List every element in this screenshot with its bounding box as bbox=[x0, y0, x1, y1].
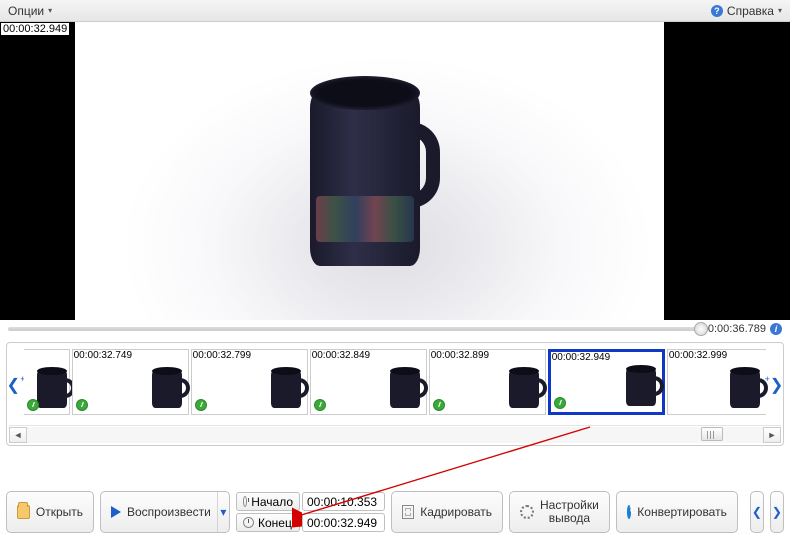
preview-timestamp: 00:00:32.949 bbox=[0, 22, 70, 36]
thumbnail-time: 00:00:32.849 bbox=[311, 350, 371, 361]
thumbs-next-button[interactable]: +❯ bbox=[767, 349, 781, 421]
thumbnail-time: 00:00:32.899 bbox=[430, 350, 490, 361]
mug-image bbox=[300, 76, 440, 266]
mark-out-time-field[interactable]: 00:00:32.949 bbox=[302, 513, 385, 532]
info-icon[interactable]: i bbox=[770, 323, 782, 335]
gear-icon bbox=[520, 505, 534, 519]
thumbs-scrollbar[interactable]: ◄ ► bbox=[9, 425, 781, 443]
convert-icon bbox=[627, 505, 631, 519]
total-duration: 0:00:36.789 bbox=[708, 323, 766, 335]
thumbnail-item[interactable]: 00:00:32.799 bbox=[191, 349, 308, 415]
thumbnail-time: 00:00:32.749 bbox=[73, 350, 133, 361]
thumbnail-item[interactable]: 00:00:32.749 bbox=[72, 349, 189, 415]
mark-group: Начало 00:00:10.353 Конец 00:00:32.949 bbox=[236, 492, 385, 532]
thumbnail-strip: ❮+ 00:00:32.749 00:00:32.799 00:00:32.84… bbox=[6, 342, 784, 446]
seek-bar[interactable]: 0:00:36.789 i bbox=[0, 320, 790, 338]
preview-frame[interactable] bbox=[75, 22, 664, 320]
options-menu[interactable]: Опции ▾ bbox=[8, 4, 52, 18]
crop-label: Кадрировать bbox=[420, 505, 492, 519]
thumbnail-partial[interactable] bbox=[24, 349, 70, 415]
crop-button[interactable]: Кадрировать bbox=[391, 491, 503, 533]
letterbox-right bbox=[664, 22, 790, 320]
scroll-left-button[interactable]: ◄ bbox=[9, 427, 27, 443]
mark-out-time: 00:00:32.949 bbox=[307, 516, 377, 530]
scroll-right-button[interactable]: ► bbox=[763, 427, 781, 443]
play-dropdown-icon[interactable]: ▾ bbox=[217, 492, 229, 532]
chevron-left-icon: ❮ bbox=[752, 505, 762, 519]
mark-in-button[interactable]: Начало bbox=[236, 492, 300, 511]
open-button[interactable]: Открыть bbox=[6, 491, 94, 533]
play-icon bbox=[111, 506, 121, 518]
play-button[interactable]: Воспроизвести ▾ bbox=[100, 491, 230, 533]
seek-track[interactable] bbox=[8, 327, 702, 331]
chevron-down-icon: ▾ bbox=[778, 6, 782, 15]
clock-icon bbox=[27, 399, 39, 411]
letterbox-left bbox=[0, 22, 75, 320]
clock-icon bbox=[243, 517, 254, 528]
convert-label: Конвертировать bbox=[637, 505, 727, 519]
thumbnail-item-selected[interactable]: 00:00:32.949 bbox=[548, 349, 665, 415]
open-label: Открыть bbox=[36, 505, 83, 519]
scroll-handle[interactable] bbox=[701, 427, 723, 441]
mark-in-time: 00:00:10.353 bbox=[307, 495, 377, 509]
settings-label: Настройкивывода bbox=[540, 499, 599, 525]
thumbnail-item[interactable]: 00:00:32.899 bbox=[429, 349, 546, 415]
thumbnail-time: 00:00:32.949 bbox=[551, 352, 611, 363]
clock-icon bbox=[433, 399, 445, 411]
help-label: Справка bbox=[727, 4, 774, 18]
folder-icon bbox=[17, 505, 30, 519]
play-label: Воспроизвести bbox=[127, 505, 211, 519]
clock-icon bbox=[243, 496, 247, 507]
chevron-down-icon: ▾ bbox=[48, 6, 52, 15]
history-forward-button[interactable]: ❯ bbox=[770, 491, 784, 533]
clock-icon bbox=[554, 397, 566, 409]
help-icon: ? bbox=[711, 5, 723, 17]
mark-out-label: Конец bbox=[258, 516, 292, 530]
scroll-track[interactable] bbox=[27, 427, 763, 443]
bottom-toolbar: Открыть Воспроизвести ▾ Начало 00:00:10.… bbox=[6, 491, 784, 533]
convert-button[interactable]: Конвертировать bbox=[616, 491, 738, 533]
chevron-right-icon: ❯ bbox=[772, 505, 782, 519]
thumbnail-item[interactable]: 00:00:32.999 bbox=[667, 349, 766, 415]
crop-icon bbox=[402, 505, 414, 519]
help-menu[interactable]: ? Справка ▾ bbox=[711, 4, 782, 18]
thumbs-prev-button[interactable]: ❮+ bbox=[9, 349, 23, 421]
options-label: Опции bbox=[8, 4, 44, 18]
seek-thumb[interactable] bbox=[694, 322, 708, 336]
output-settings-button[interactable]: Настройкивывода bbox=[509, 491, 610, 533]
thumbnail-item[interactable]: 00:00:32.849 bbox=[310, 349, 427, 415]
mark-in-label: Начало bbox=[251, 495, 293, 509]
clock-icon bbox=[314, 399, 326, 411]
history-back-button[interactable]: ❮ bbox=[750, 491, 764, 533]
top-menu-bar: Опции ▾ ? Справка ▾ bbox=[0, 0, 790, 22]
clock-icon bbox=[195, 399, 207, 411]
mark-out-button[interactable]: Конец bbox=[236, 513, 300, 532]
clock-icon bbox=[76, 399, 88, 411]
thumbnail-time: 00:00:32.999 bbox=[668, 350, 728, 361]
mark-in-time-field[interactable]: 00:00:10.353 bbox=[302, 492, 385, 511]
thumbnail-time: 00:00:32.799 bbox=[192, 350, 252, 361]
video-preview: 00:00:32.949 bbox=[0, 22, 790, 320]
